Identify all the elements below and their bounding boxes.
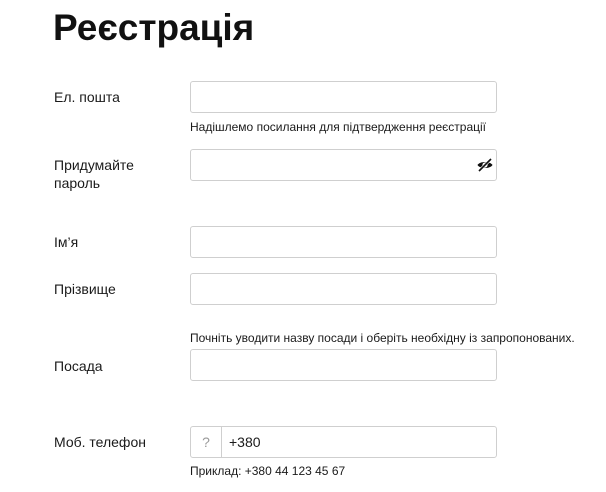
first-name-label: Ім’я bbox=[54, 234, 79, 250]
last-name-label: Прізвище bbox=[54, 281, 116, 297]
first-name-field[interactable] bbox=[190, 226, 497, 258]
email-field[interactable] bbox=[190, 81, 497, 113]
page-title: Реєстрація bbox=[53, 7, 255, 48]
password-field[interactable] bbox=[190, 149, 497, 181]
phone-label: Моб. телефон bbox=[54, 434, 146, 450]
position-field[interactable] bbox=[190, 349, 497, 381]
phone-field-wrapper: ? bbox=[190, 426, 497, 458]
password-label: Придумайте пароль bbox=[54, 157, 134, 191]
last-name-field[interactable] bbox=[190, 273, 497, 305]
password-field-wrapper bbox=[190, 149, 497, 181]
position-label: Посада bbox=[54, 358, 103, 374]
country-unknown-icon: ? bbox=[202, 434, 210, 450]
email-hint: Надішлемо посилання для підтвердження ре… bbox=[190, 120, 486, 134]
country-code-selector[interactable]: ? bbox=[191, 427, 222, 457]
position-hint: Почніть уводити назву посади і оберіть н… bbox=[190, 331, 575, 345]
eye-slash-icon[interactable] bbox=[476, 156, 494, 174]
email-label: Ел. пошта bbox=[54, 89, 120, 105]
phone-field[interactable] bbox=[222, 427, 496, 457]
phone-hint: Приклад: +380 44 123 45 67 bbox=[190, 464, 346, 478]
